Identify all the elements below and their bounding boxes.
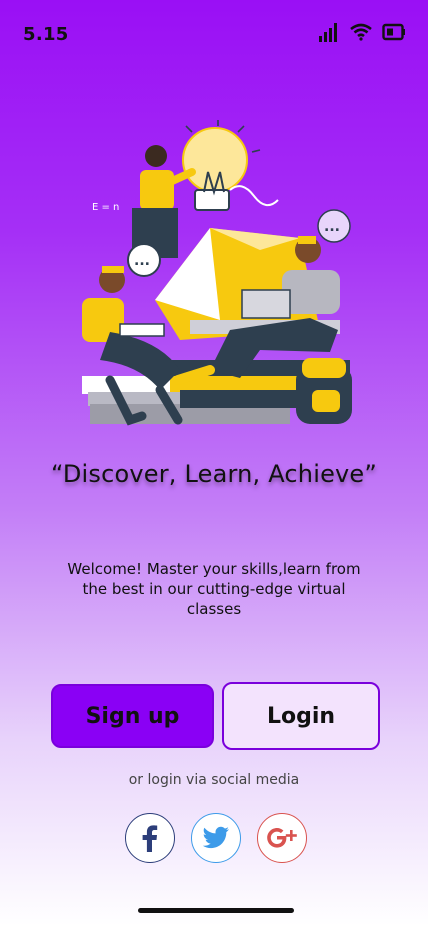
- facebook-login-button[interactable]: [125, 813, 175, 863]
- twitter-icon: [202, 826, 229, 849]
- google-plus-icon: [267, 828, 297, 848]
- wifi-icon: [350, 23, 372, 41]
- status-time: 5.15: [23, 24, 69, 45]
- google-plus-login-button[interactable]: [257, 813, 307, 863]
- signup-button[interactable]: Sign up: [51, 684, 214, 748]
- students-learning-illustration: ... ... E = n: [82, 120, 352, 426]
- svg-text:E = n: E = n: [92, 202, 119, 213]
- login-button[interactable]: Login: [222, 682, 380, 750]
- home-indicator[interactable]: [138, 908, 294, 913]
- welcome-text: Welcome! Master your skills,learn from t…: [67, 560, 361, 618]
- status-icons: [318, 22, 406, 42]
- onboarding-screen: 5.15 ... ... E = n “Discover, Learn, Ach…: [0, 0, 428, 926]
- speech-bubble-right-text: ...: [324, 219, 340, 235]
- twitter-login-button[interactable]: [191, 813, 241, 863]
- signal-icon: [319, 23, 337, 42]
- battery-icon: [382, 23, 405, 41]
- social-login-caption: or login via social media: [128, 772, 300, 788]
- speech-bubble-left-text: ...: [134, 253, 150, 269]
- tagline: “Discover, Learn, Achieve”: [50, 460, 378, 488]
- facebook-icon: [142, 825, 158, 852]
